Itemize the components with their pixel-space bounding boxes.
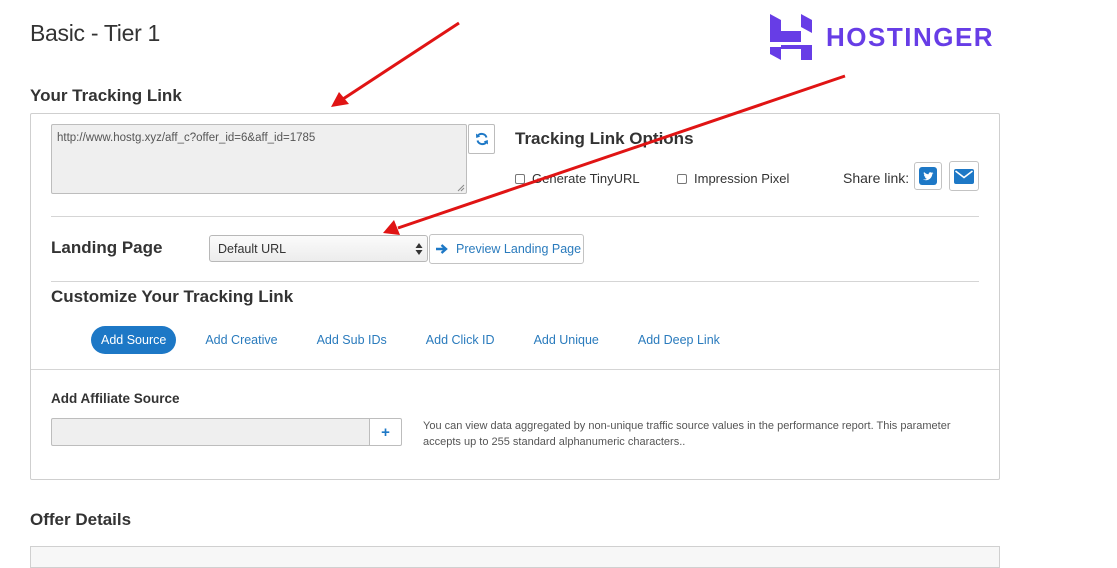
affiliate-source-heading: Add Affiliate Source <box>51 391 180 406</box>
landing-page-label: Landing Page <box>51 238 163 257</box>
share-twitter-button[interactable] <box>914 162 942 190</box>
tracking-link-value: http://www.hostg.xyz/aff_c?offer_id=6&af… <box>57 132 316 144</box>
impression-pixel-option[interactable]: Impression Pixel <box>677 171 789 186</box>
logo-wordmark: HOSTINGER <box>826 21 995 52</box>
annotation-arrow-1 <box>331 21 460 107</box>
resize-grip-icon[interactable] <box>457 184 465 192</box>
section-divider <box>31 369 999 370</box>
generate-tinyurl-label: Generate TinyURL <box>532 171 640 186</box>
tracking-link-textarea[interactable]: http://www.hostg.xyz/aff_c?offer_id=6&af… <box>51 124 467 194</box>
tab-add-source[interactable]: Add Source <box>91 326 177 354</box>
refresh-link-button[interactable] <box>468 124 495 154</box>
customize-tabs: Add Source Add Creative Add Sub IDs Add … <box>91 326 749 354</box>
select-updown-icon <box>415 243 423 255</box>
share-link-label: Share link: <box>843 170 910 186</box>
tab-add-deep-link[interactable]: Add Deep Link <box>628 327 730 353</box>
customize-heading: Customize Your Tracking Link <box>51 287 294 306</box>
impression-pixel-label: Impression Pixel <box>694 171 790 186</box>
offer-details-panel <box>30 546 1000 568</box>
landing-page-selected-value: Default URL <box>218 242 287 256</box>
hostinger-logo-icon <box>770 14 812 60</box>
hostinger-logo: HOSTINGER <box>770 14 994 60</box>
impression-pixel-checkbox[interactable] <box>677 173 687 184</box>
generate-tinyurl-option[interactable]: Generate TinyURL <box>515 171 640 186</box>
affiliate-source-help-text: You can view data aggregated by non-uniq… <box>423 420 951 448</box>
twitter-icon <box>919 167 937 185</box>
tracking-options-heading: Tracking Link Options <box>515 129 694 148</box>
preview-landing-page-button[interactable]: Preview Landing Page <box>429 234 584 264</box>
tab-add-click-id[interactable]: Add Click ID <box>416 327 505 353</box>
generate-tinyurl-checkbox[interactable] <box>515 173 525 184</box>
refresh-icon <box>475 132 488 146</box>
section-divider <box>51 216 979 217</box>
add-source-button[interactable]: + <box>369 418 402 446</box>
email-icon <box>954 168 974 184</box>
offer-details-heading: Offer Details <box>30 510 132 529</box>
share-email-button[interactable] <box>949 161 979 191</box>
affiliate-source-input[interactable] <box>51 418 370 446</box>
landing-page-select[interactable]: Default URL <box>209 235 428 262</box>
tracking-link-heading: Your Tracking Link <box>30 86 182 105</box>
tab-add-unique[interactable]: Add Unique <box>524 327 609 353</box>
tab-add-creative[interactable]: Add Creative <box>195 327 287 353</box>
tab-add-sub-ids[interactable]: Add Sub IDs <box>307 327 397 353</box>
arrow-right-icon <box>436 244 448 254</box>
section-divider <box>51 281 979 282</box>
preview-landing-page-label: Preview Landing Page <box>456 242 582 256</box>
page-title: Basic - Tier 1 <box>30 20 161 46</box>
